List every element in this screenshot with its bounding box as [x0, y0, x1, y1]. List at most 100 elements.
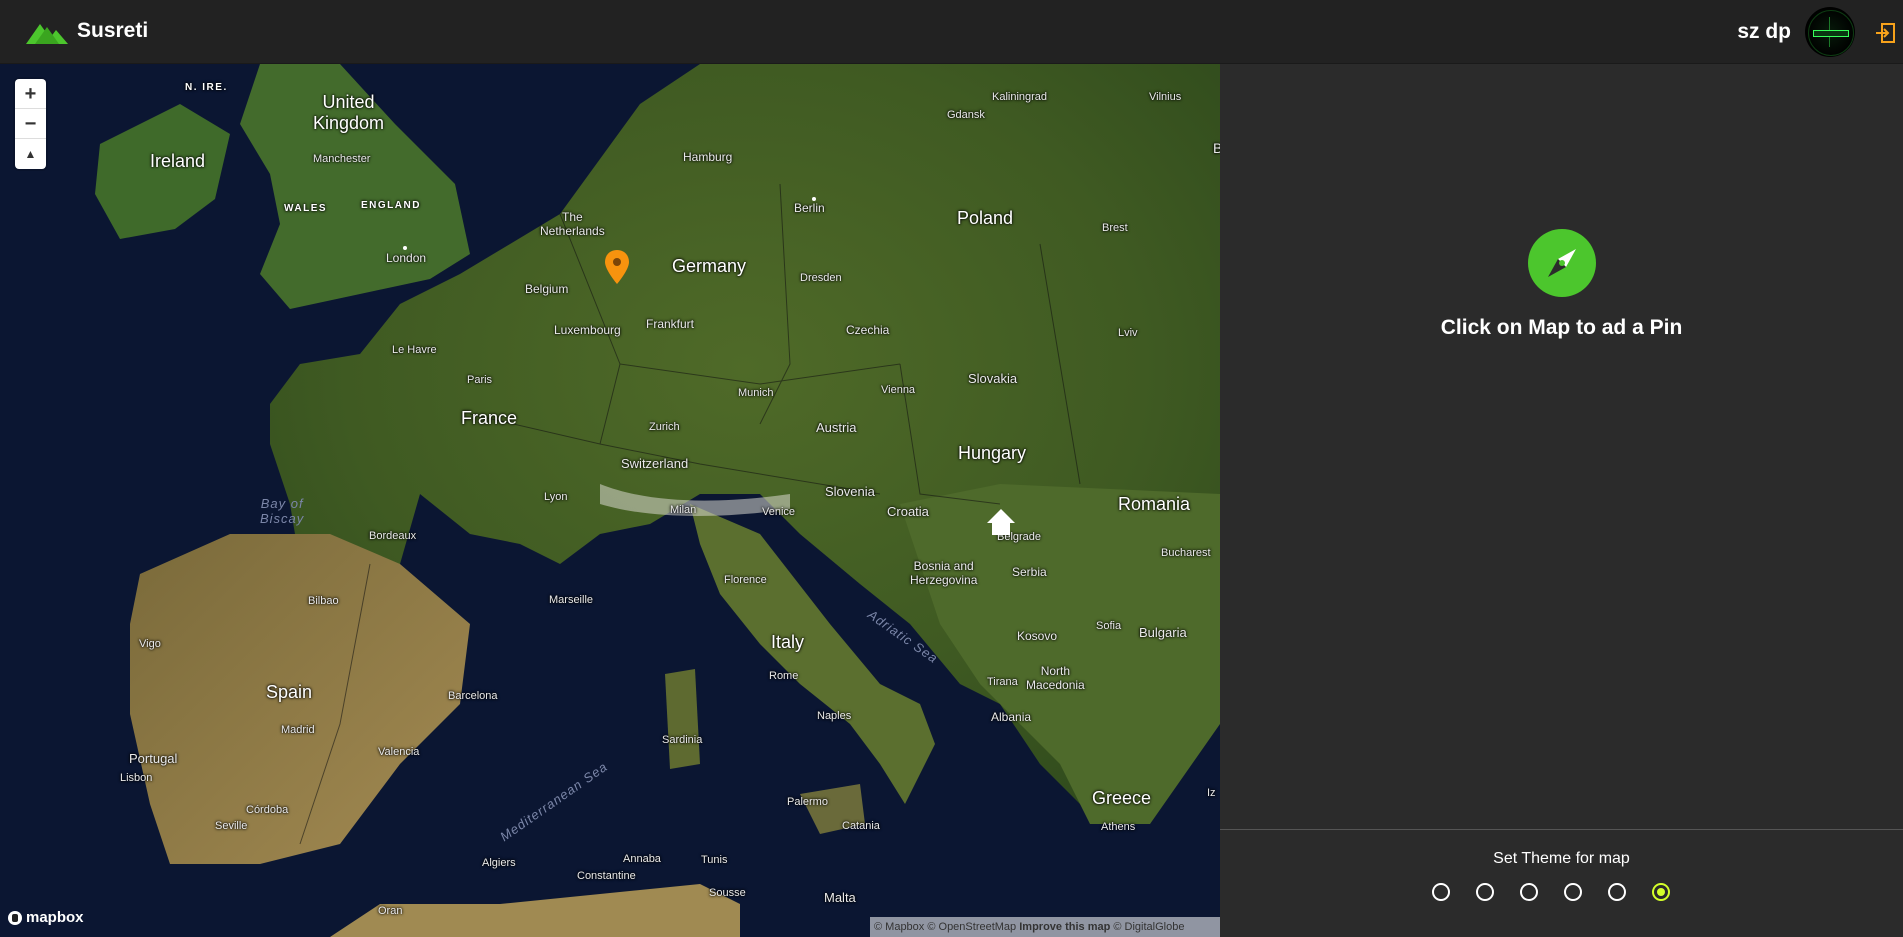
divider	[1220, 829, 1903, 830]
avatar-bar	[1813, 30, 1849, 37]
map-label: Bordeaux	[369, 530, 417, 542]
map-label: Sousse	[709, 887, 746, 899]
map-label: Sofia	[1096, 620, 1122, 632]
zoom-control: + − ▲	[15, 79, 46, 169]
map-label: Palermo	[787, 796, 828, 808]
map-label: Poland	[957, 208, 1014, 228]
zoom-out-button[interactable]: −	[15, 109, 46, 139]
side-panel: Click on Map to ad a Pin Set Theme for m…	[1220, 64, 1903, 937]
map-label: Venice	[762, 506, 796, 518]
map-label: London	[386, 251, 427, 265]
app-title[interactable]: Susreti	[77, 19, 148, 43]
map-label: Spain	[266, 682, 313, 702]
attribution-text-2[interactable]: © DigitalGlobe	[1113, 921, 1184, 933]
attribution-text[interactable]: © Mapbox © OpenStreetMap	[874, 921, 1016, 933]
avatar[interactable]	[1805, 7, 1855, 57]
home-icon[interactable]	[985, 507, 1017, 537]
map-label: Valencia	[378, 746, 420, 758]
map-label: Córdoba	[246, 804, 289, 816]
map-label: Munich	[738, 387, 774, 399]
theme-radio-6[interactable]	[1652, 883, 1670, 901]
map-label: Manchester	[313, 153, 371, 165]
map-label: Greece	[1092, 788, 1152, 808]
theme-radio-5[interactable]	[1608, 883, 1626, 901]
map-label: Athens	[1101, 821, 1136, 833]
map-pin-icon[interactable]	[605, 250, 629, 284]
top-bar: Susreti sz dp	[0, 0, 1903, 64]
map-label: Slovenia	[825, 484, 875, 499]
theme-radio-1[interactable]	[1432, 883, 1450, 901]
logout-icon[interactable]	[1874, 22, 1896, 44]
map-label: Czechia	[846, 323, 890, 337]
map-label: Hungary	[958, 443, 1027, 463]
city-dot	[812, 197, 816, 201]
map-attribution: © Mapbox © OpenStreetMap Improve this ma…	[870, 917, 1220, 937]
map-label: Luxembourg	[554, 323, 621, 337]
map-label: Gdansk	[947, 109, 985, 121]
map-label: Croatia	[887, 504, 929, 519]
zoom-in-button[interactable]: +	[15, 79, 46, 109]
map-label: N. IRE.	[185, 82, 228, 93]
mountain-logo-icon[interactable]	[26, 18, 68, 44]
map-label: Albania	[991, 710, 1032, 724]
panel-message: Click on Map to ad a Pin	[1440, 316, 1683, 339]
map-label: Kosovo	[1017, 629, 1058, 643]
map-label: Lyon	[544, 491, 568, 503]
map-label: Portugal	[129, 751, 178, 766]
map-label: Berlin	[794, 201, 825, 215]
compass-reset-button[interactable]: ▲	[15, 139, 46, 169]
map-label: Brest	[1102, 222, 1128, 234]
map-label: Switzerland	[621, 456, 689, 471]
map-label: Lisbon	[120, 772, 153, 784]
map-label: Madrid	[281, 724, 315, 736]
map-label: Marseille	[549, 594, 594, 606]
map-label: WALES	[284, 203, 328, 214]
mapbox-logo[interactable]: mapbox	[8, 909, 84, 926]
map-label: Naples	[817, 710, 852, 722]
map-label: Bay of Biscay	[260, 496, 305, 526]
map-label: Italy	[771, 632, 805, 652]
satellite-basemap	[0, 64, 1220, 937]
map-label: The Netherlands	[540, 210, 605, 238]
map-label: Constantine	[577, 870, 636, 882]
map-label: Malta	[824, 890, 856, 905]
map-label: Vienna	[881, 384, 916, 396]
map-label: Barcelona	[448, 690, 498, 702]
map-label: Serbia	[1012, 565, 1047, 579]
compass-icon	[1528, 229, 1596, 297]
map-label: Milan	[670, 504, 697, 516]
username: sz dp	[1737, 20, 1791, 43]
theme-title: Set Theme for map	[1493, 850, 1630, 867]
map-label: Bilbao	[308, 595, 339, 607]
map-label: Vilnius	[1149, 91, 1182, 103]
theme-radio-4[interactable]	[1564, 883, 1582, 901]
improve-map-link[interactable]: Improve this map	[1019, 921, 1110, 933]
map-label: Annaba	[623, 853, 661, 865]
map-label: United Kingdom	[313, 92, 385, 133]
map-label: Lviv	[1118, 327, 1138, 339]
theme-radio-2[interactable]	[1476, 883, 1494, 901]
mapbox-mark-icon	[8, 910, 22, 925]
map-label: Bulgaria	[1139, 625, 1187, 640]
map-label: Zurich	[649, 421, 680, 433]
theme-radio-3[interactable]	[1520, 883, 1538, 901]
map-label: Le Havre	[392, 344, 437, 356]
city-dot	[403, 246, 407, 250]
map-label: Catania	[842, 820, 880, 832]
map-label: B	[1213, 140, 1220, 156]
map-label: Kaliningrad	[992, 91, 1048, 103]
map-label: Dresden	[800, 272, 842, 284]
mapbox-wordmark: mapbox	[26, 909, 84, 926]
map-label: Ireland	[150, 151, 206, 171]
map-label: Algiers	[482, 857, 516, 869]
map-label: Iz	[1207, 787, 1216, 799]
map-label: Oran	[378, 905, 403, 917]
theme-selector	[1432, 883, 1670, 901]
map-label: Seville	[215, 820, 248, 832]
map-label: Belgium	[525, 282, 569, 296]
map-view[interactable]: N. IRE. United Kingdom Ireland Mancheste…	[0, 64, 1220, 937]
map-label: Rome	[769, 670, 799, 682]
map-label: Sardinia	[662, 734, 703, 746]
map-label: ENGLAND	[361, 200, 421, 211]
map-label: Hamburg	[683, 150, 733, 164]
